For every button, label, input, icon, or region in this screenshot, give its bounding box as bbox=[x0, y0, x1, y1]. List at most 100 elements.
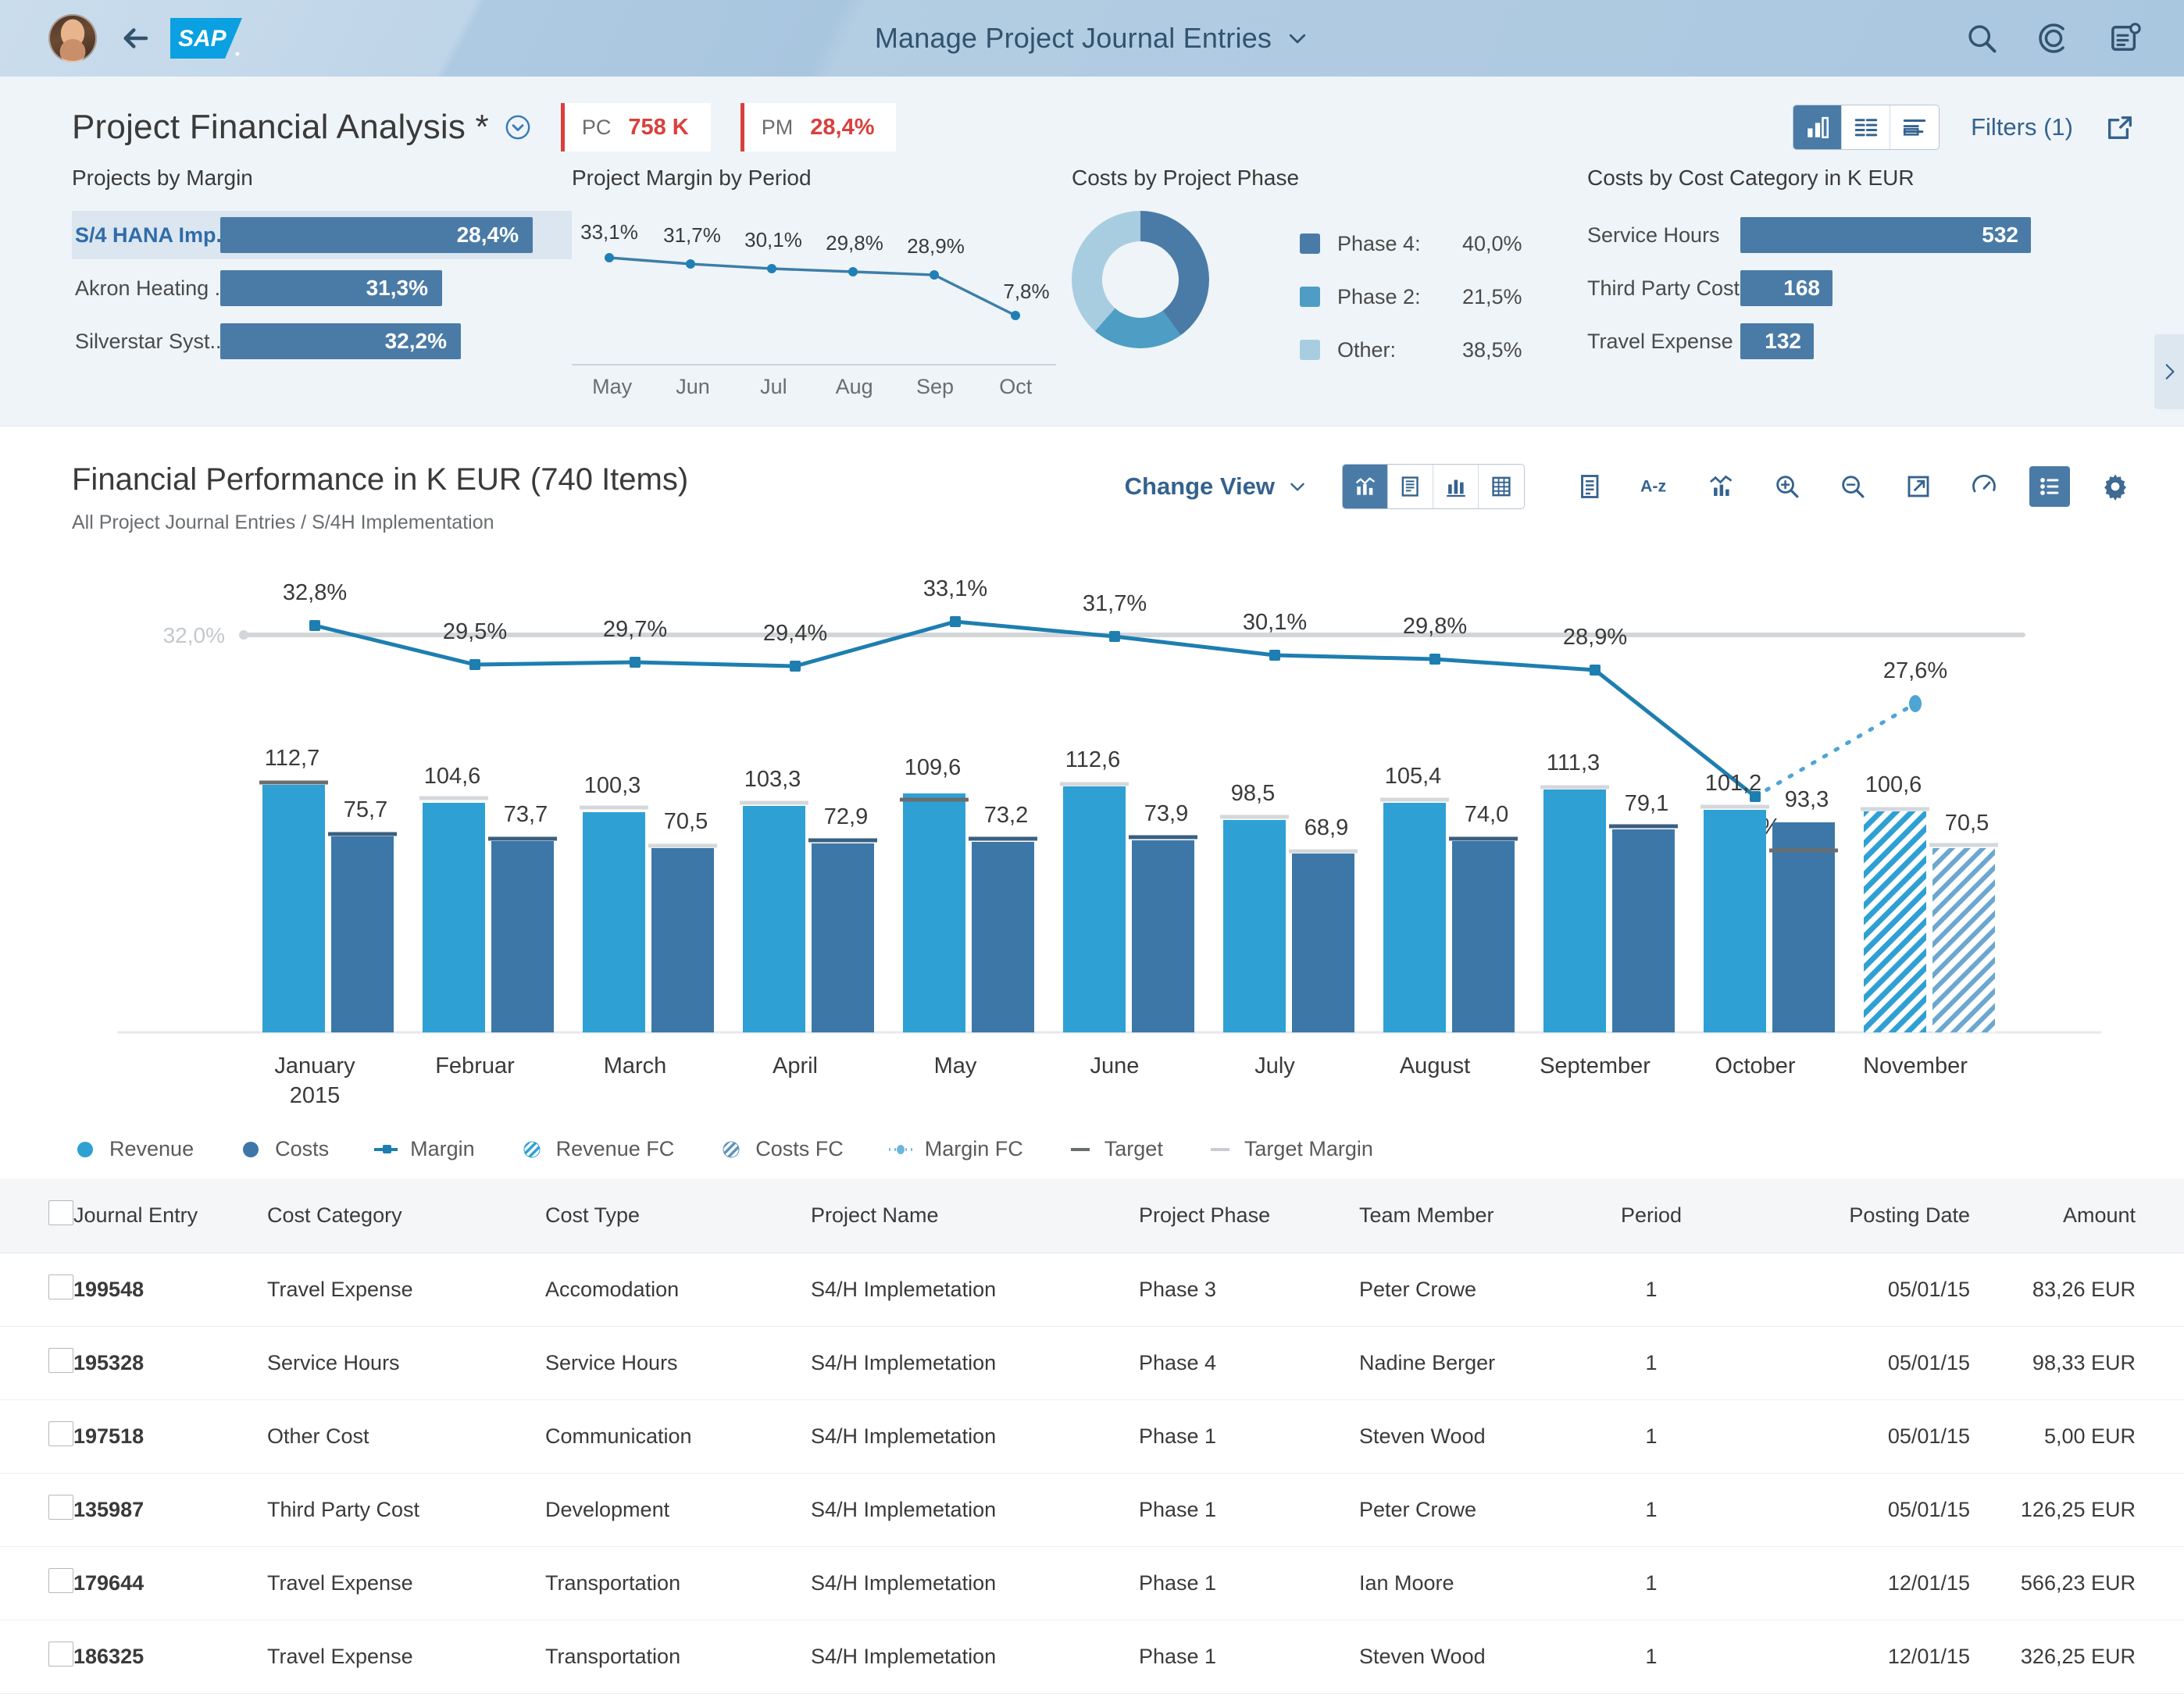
select-all-checkbox[interactable] bbox=[48, 1200, 73, 1225]
cell-period: 1 bbox=[1581, 1253, 1722, 1327]
table-row[interactable]: 195328 Service Hours Service Hours S4/H … bbox=[0, 1326, 2184, 1400]
row-bar: 132 bbox=[1740, 323, 1814, 359]
row-checkbox-cell[interactable] bbox=[0, 1620, 73, 1694]
row-checkbox-cell[interactable] bbox=[0, 1546, 73, 1620]
x-axis-tick: May bbox=[934, 1053, 977, 1078]
costs-by-category-row[interactable]: Third Party Cost 168 bbox=[1587, 264, 2056, 312]
margin-by-period-chart[interactable]: 33,1% 31,7% 30,1% 29,8% 28,9% 7,8% bbox=[572, 211, 1056, 364]
table-row[interactable]: 195634 Third Party Cost Transportation S… bbox=[0, 1693, 2184, 1704]
col-header-team-member[interactable]: Team Member bbox=[1359, 1178, 1581, 1253]
cell-journal-entry[interactable]: 179644 bbox=[73, 1546, 267, 1620]
bar-costs bbox=[331, 836, 394, 1032]
table-row[interactable]: 197518 Other Cost Communication S4/H Imp… bbox=[0, 1399, 2184, 1474]
projects-by-margin-row[interactable]: Akron Heating .. 31,3% bbox=[72, 264, 572, 312]
row-checkbox[interactable] bbox=[48, 1642, 73, 1667]
row-bar: 31,3% bbox=[220, 270, 442, 306]
row-checkbox[interactable] bbox=[48, 1495, 73, 1520]
costs-by-category-row[interactable]: Travel Expense 132 bbox=[1587, 317, 2056, 365]
variant-chevron-down-icon[interactable] bbox=[505, 114, 531, 141]
margin-label: 29,4% bbox=[763, 621, 827, 646]
select-all-header[interactable] bbox=[0, 1178, 73, 1253]
row-checkbox-cell[interactable] bbox=[0, 1253, 73, 1327]
col-header-project-name[interactable]: Project Name bbox=[811, 1178, 1139, 1253]
svg-text:A-z: A-z bbox=[1640, 477, 1666, 496]
donut-legend-item[interactable]: Other: 38,5% bbox=[1300, 323, 1522, 376]
row-checkbox-cell[interactable] bbox=[0, 1326, 73, 1400]
table-row[interactable]: 186325 Travel Expense Transportation S4/… bbox=[0, 1620, 2184, 1694]
filters-button[interactable]: Filters (1) bbox=[1971, 113, 2073, 141]
change-view-button[interactable]: Change View bbox=[1125, 472, 1308, 501]
donut-legend-item[interactable]: Phase 2: 21,5% bbox=[1300, 270, 1522, 323]
bar-label-revenue: 104,6 bbox=[424, 764, 481, 789]
bar-chart-view-button[interactable] bbox=[1433, 465, 1479, 508]
donut-chart[interactable] bbox=[1072, 211, 1209, 348]
sap-logo[interactable]: SAP bbox=[170, 18, 252, 59]
row-checkbox[interactable] bbox=[48, 1421, 73, 1446]
row-checkbox-cell[interactable] bbox=[0, 1473, 73, 1547]
chevron-right-icon[interactable] bbox=[2154, 334, 2184, 409]
row-checkbox[interactable] bbox=[48, 1274, 73, 1299]
back-arrow-icon[interactable] bbox=[117, 20, 153, 56]
sort-az-icon[interactable]: A-z bbox=[1636, 466, 1676, 507]
table-row[interactable]: 179644 Travel Expense Transportation S4/… bbox=[0, 1546, 2184, 1620]
projects-by-margin-row[interactable]: Silverstar Syst.. 32,2% bbox=[72, 317, 572, 365]
legend-item-target[interactable]: Target bbox=[1067, 1137, 1163, 1161]
notes-icon[interactable] bbox=[1570, 466, 1611, 507]
cell-journal-entry[interactable]: 197518 bbox=[73, 1399, 267, 1474]
table-row[interactable]: 135987 Third Party Cost Development S4/H… bbox=[0, 1473, 2184, 1547]
view-mode-table-button[interactable] bbox=[1842, 105, 1891, 149]
cell-journal-entry[interactable]: 135987 bbox=[73, 1473, 267, 1547]
chevron-down-icon[interactable] bbox=[1286, 27, 1309, 50]
bar-revenue bbox=[1223, 820, 1286, 1032]
cell-journal-entry[interactable]: 195634 bbox=[73, 1693, 267, 1704]
kpi-chip-pc[interactable]: PC 758 K bbox=[560, 103, 711, 152]
zoom-in-icon[interactable] bbox=[1767, 466, 1808, 507]
legend-swatch bbox=[1300, 340, 1320, 360]
table-row[interactable]: 199548 Travel Expense Accomodation S4/H … bbox=[0, 1253, 2184, 1327]
search-icon[interactable] bbox=[1964, 20, 2000, 56]
view-mode-list-button[interactable] bbox=[1890, 105, 1940, 149]
list-icon[interactable] bbox=[2029, 466, 2070, 507]
legend-item-costs-fc[interactable]: Costs FC bbox=[718, 1137, 844, 1161]
cell-journal-entry[interactable]: 186325 bbox=[73, 1620, 267, 1694]
row-checkbox[interactable] bbox=[48, 1568, 73, 1593]
col-header-project-phase[interactable]: Project Phase bbox=[1139, 1178, 1359, 1253]
combined-chart-view-button[interactable] bbox=[1343, 465, 1388, 508]
col-header-amount[interactable]: Amount bbox=[1970, 1178, 2184, 1253]
chart-icon[interactable] bbox=[1701, 466, 1742, 507]
col-header-period[interactable]: Period bbox=[1581, 1178, 1722, 1253]
header-actions: Filters (1) bbox=[1793, 105, 2136, 150]
legend-item-costs[interactable]: Costs bbox=[237, 1137, 329, 1161]
copilot-icon[interactable] bbox=[2036, 20, 2072, 56]
cell-journal-entry[interactable]: 195328 bbox=[73, 1326, 267, 1400]
col-header-journal-entry[interactable]: Journal Entry bbox=[73, 1178, 267, 1253]
kpi-chip-pm[interactable]: PM 28,4% bbox=[740, 103, 897, 152]
row-checkbox-cell[interactable] bbox=[0, 1693, 73, 1704]
col-header-cost-category[interactable]: Cost Category bbox=[267, 1178, 545, 1253]
costs-by-category-row[interactable]: Service Hours 532 bbox=[1587, 211, 2056, 259]
share-icon[interactable] bbox=[2104, 112, 2136, 143]
legend-item-revenue[interactable]: Revenue bbox=[72, 1137, 194, 1161]
row-checkbox-cell[interactable] bbox=[0, 1399, 73, 1474]
view-mode-chart-button[interactable] bbox=[1793, 105, 1843, 149]
avatar[interactable] bbox=[48, 14, 97, 62]
zoom-out-icon[interactable] bbox=[1832, 466, 1873, 507]
financial-performance-chart[interactable]: 32,0% 32,8% 29,5% 29,7% 29,4% 33,1% 31,7… bbox=[0, 554, 2184, 1132]
report-view-button[interactable] bbox=[1388, 465, 1433, 508]
projects-by-margin-row[interactable]: S/4 HANA Imp.. 28,4% bbox=[72, 211, 572, 259]
col-header-cost-type[interactable]: Cost Type bbox=[545, 1178, 811, 1253]
legend-item-margin[interactable]: Margin bbox=[373, 1137, 475, 1161]
cell-journal-entry[interactable]: 199548 bbox=[73, 1253, 267, 1327]
gauge-icon[interactable] bbox=[1964, 466, 2004, 507]
x-axis-tick: August bbox=[1400, 1053, 1470, 1078]
fullscreen-icon[interactable] bbox=[1898, 466, 1939, 507]
notes-icon[interactable] bbox=[2107, 20, 2143, 56]
donut-legend-item[interactable]: Phase 4: 40,0% bbox=[1300, 217, 1522, 270]
legend-item-margin-fc[interactable]: Margin FC bbox=[887, 1137, 1023, 1161]
legend-item-revenue-fc[interactable]: Revenue FC bbox=[519, 1137, 674, 1161]
col-header-posting-date[interactable]: Posting Date bbox=[1722, 1178, 1970, 1253]
row-checkbox[interactable] bbox=[48, 1348, 73, 1373]
gear-icon[interactable] bbox=[2095, 466, 2136, 507]
grid-view-button[interactable] bbox=[1479, 465, 1524, 508]
legend-item-target-margin[interactable]: Target Margin bbox=[1207, 1137, 1373, 1161]
